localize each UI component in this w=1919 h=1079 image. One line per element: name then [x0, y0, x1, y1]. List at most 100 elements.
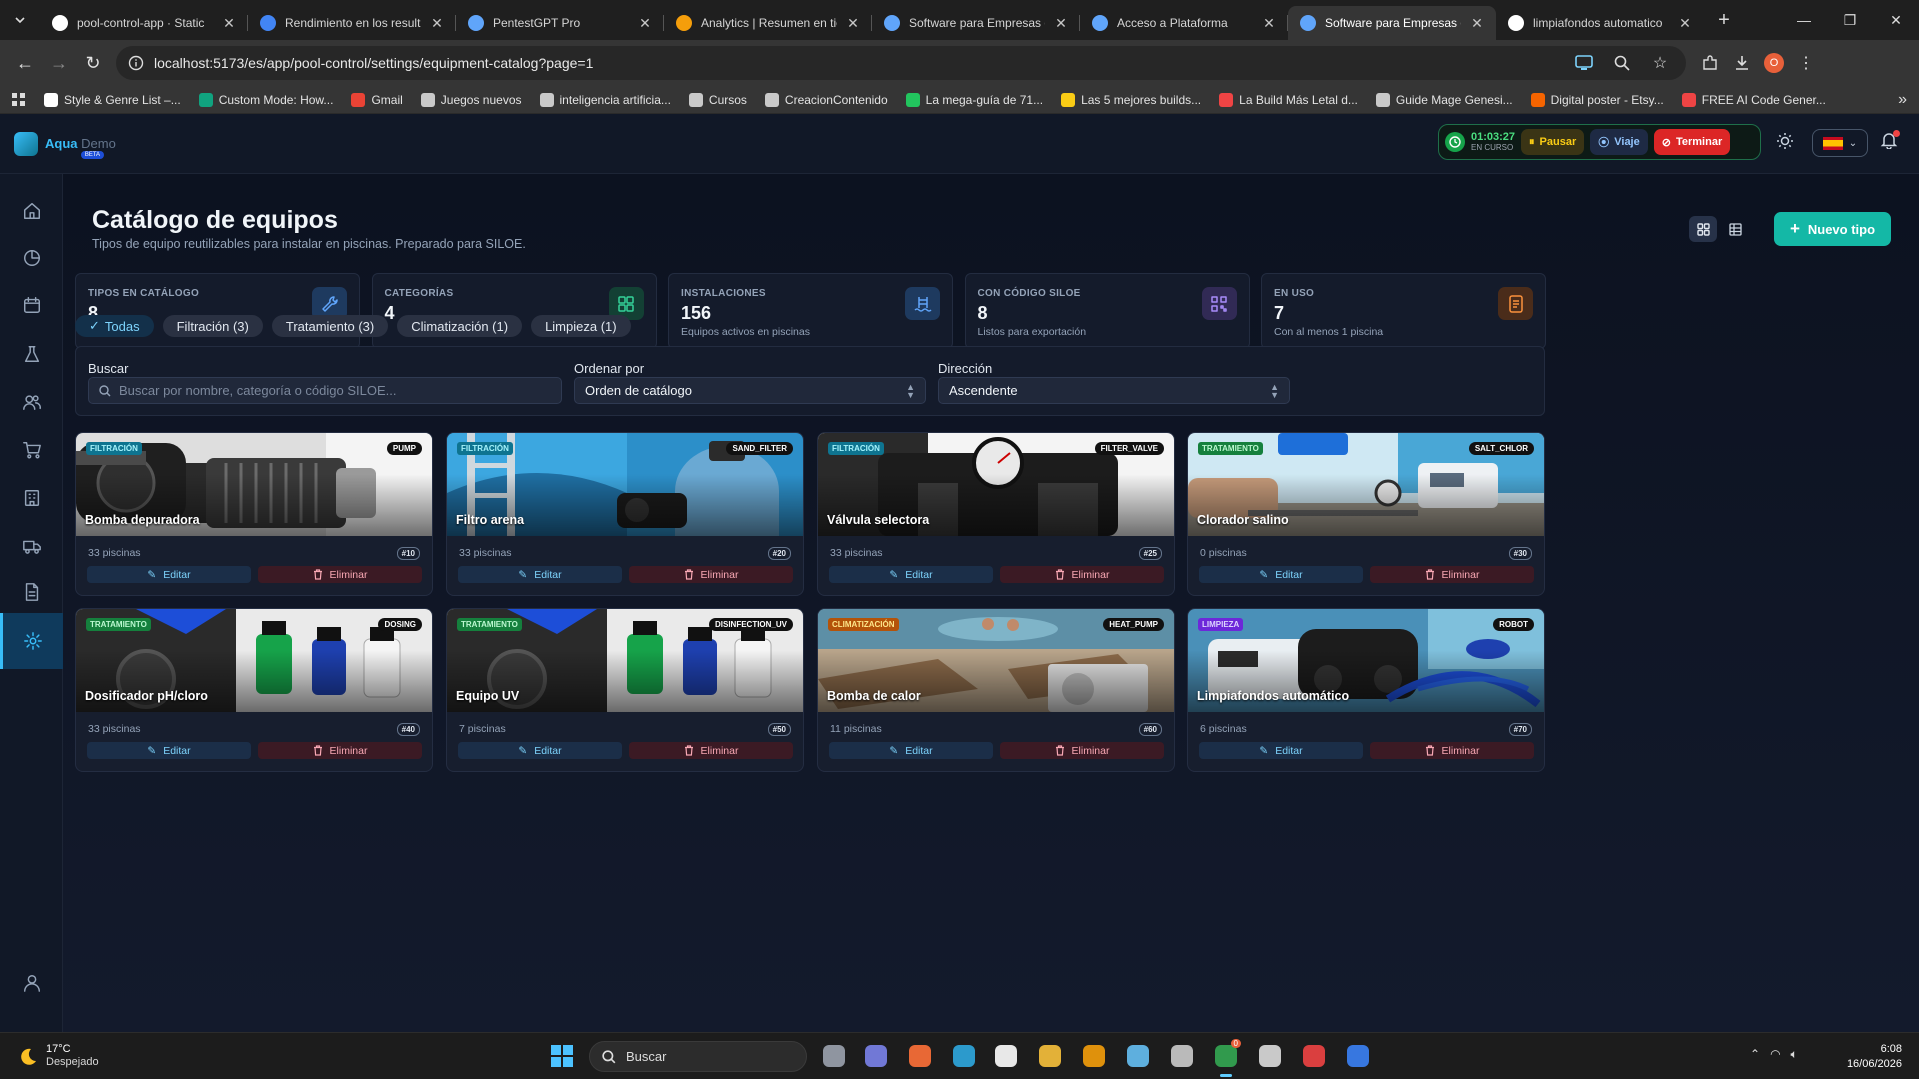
- chrome-icon[interactable]: 0: [1211, 1039, 1241, 1077]
- edit-button[interactable]: ✎ Editar: [1199, 566, 1363, 583]
- close-window-button[interactable]: ✕: [1873, 0, 1919, 40]
- new-tab-button[interactable]: +: [1708, 4, 1740, 36]
- equipment-card[interactable]: TRATAMIENTO DOSING Dosificador pH/cloro …: [75, 608, 433, 772]
- delete-button[interactable]: Eliminar: [1370, 566, 1534, 583]
- theme-toggle-sun-icon[interactable]: [1776, 132, 1794, 150]
- bookmark-item[interactable]: CreacionContenido: [764, 92, 888, 107]
- filter-chip[interactable]: Filtración (3): [162, 315, 263, 337]
- extensions-icon[interactable]: [1696, 49, 1724, 77]
- equipment-card[interactable]: FILTRACIÓN FILTER_VALVE Válvula selector…: [817, 432, 1175, 596]
- minimize-button[interactable]: —: [1781, 0, 1827, 40]
- bookmark-item[interactable]: Guide Mage Genesi...: [1375, 92, 1513, 107]
- delete-button[interactable]: Eliminar: [629, 742, 793, 759]
- tab-search-icon[interactable]: [0, 0, 40, 40]
- bookmark-item[interactable]: Custom Mode: How...: [198, 92, 333, 107]
- bookmark-item[interactable]: La mega-guía de 71...: [905, 92, 1043, 107]
- profile-avatar[interactable]: O: [1760, 49, 1788, 77]
- bookmark-item[interactable]: Juegos nuevos: [420, 92, 522, 107]
- equipment-card[interactable]: CLIMATIZACIÓN HEAT_PUMP Bomba de calor 1…: [817, 608, 1175, 772]
- sidebar-item-user[interactable]: [0, 960, 63, 1006]
- browser-tab[interactable]: limpiafondos automatico ✕: [1496, 6, 1704, 40]
- edit-button[interactable]: ✎ Editar: [458, 566, 622, 583]
- edit-button[interactable]: ✎ Editar: [458, 742, 622, 759]
- file-explorer-icon[interactable]: [1035, 1041, 1065, 1071]
- task-view-icon[interactable]: [819, 1041, 849, 1071]
- language-selector[interactable]: ⌄: [1812, 129, 1868, 157]
- weather-widget[interactable]: 17°C Despejado: [18, 1043, 99, 1069]
- browser-tab[interactable]: Analytics | Resumen en tie ✕: [664, 6, 872, 40]
- table-view-icon[interactable]: [1721, 216, 1749, 242]
- sort-select[interactable]: Orden de catálogo ▲ ▼: [574, 377, 926, 404]
- edit-button[interactable]: ✎ Editar: [829, 742, 993, 759]
- bookmark-item[interactable]: inteligencia artificia...: [539, 92, 671, 107]
- site-info-icon[interactable]: [128, 55, 144, 71]
- reload-button[interactable]: ↻: [76, 46, 110, 80]
- bookmark-item[interactable]: Gmail: [351, 92, 403, 107]
- filter-chip[interactable]: ✓ Todas: [75, 315, 154, 337]
- bookmark-item[interactable]: Cursos: [688, 92, 747, 107]
- trip-button[interactable]: ⦿ Viaje: [1590, 129, 1648, 155]
- firefox-icon[interactable]: [905, 1041, 935, 1071]
- tab-close-icon[interactable]: ✕: [638, 15, 652, 32]
- tiktok-icon[interactable]: [991, 1041, 1021, 1071]
- teams-icon[interactable]: [861, 1041, 891, 1071]
- browser-tab[interactable]: pool-control-app · Static ✕: [40, 6, 248, 40]
- delete-button[interactable]: Eliminar: [629, 566, 793, 583]
- delete-button[interactable]: Eliminar: [1000, 566, 1164, 583]
- edit-button[interactable]: ✎ Editar: [87, 742, 251, 759]
- sidebar-item-truck[interactable]: [0, 523, 63, 569]
- url-text[interactable]: localhost:5173/es/app/pool-control/setti…: [154, 55, 1560, 71]
- equipment-card[interactable]: FILTRACIÓN PUMP Bomba depuradora 33 pisc…: [75, 432, 433, 596]
- end-session-button[interactable]: ⊘ Terminar: [1653, 129, 1731, 155]
- search-field[interactable]: [88, 377, 562, 404]
- bookmark-item[interactable]: Style & Genre List –...: [44, 92, 181, 107]
- sidebar-item-calendar[interactable]: [0, 282, 63, 328]
- browser-tab[interactable]: Acceso a Plataforma ✕: [1080, 6, 1288, 40]
- sidebar-item-document[interactable]: [0, 569, 63, 615]
- office-icon[interactable]: [1299, 1041, 1329, 1071]
- system-clock[interactable]: 6:08 16/06/2026: [1836, 1042, 1902, 1072]
- sidebar-item-building[interactable]: [0, 475, 63, 521]
- media-player-icon[interactable]: [1079, 1041, 1109, 1071]
- sidebar-item-flask[interactable]: [0, 331, 63, 377]
- back-button[interactable]: ←: [8, 46, 42, 80]
- terminal-icon[interactable]: [1167, 1041, 1197, 1071]
- edit-button[interactable]: ✎ Editar: [87, 566, 251, 583]
- delete-button[interactable]: Eliminar: [258, 742, 422, 759]
- sidebar-item-home[interactable]: [0, 188, 63, 234]
- new-type-button[interactable]: + Nuevo tipo: [1774, 212, 1891, 246]
- tab-close-icon[interactable]: ✕: [846, 15, 860, 32]
- delete-button[interactable]: Eliminar: [1000, 742, 1164, 759]
- zoom-icon[interactable]: [1608, 49, 1636, 77]
- tab-close-icon[interactable]: ✕: [1054, 15, 1068, 32]
- sidebar-item-cart[interactable]: [0, 427, 63, 473]
- restore-button[interactable]: ❐: [1827, 0, 1873, 40]
- tab-close-icon[interactable]: ✕: [430, 15, 444, 32]
- app-logo[interactable]: Aqua Demo BETA: [14, 129, 116, 159]
- taskbar-search[interactable]: Buscar: [589, 1041, 807, 1072]
- grid-view-icon[interactable]: [1689, 216, 1717, 242]
- bookmark-star-icon[interactable]: ☆: [1646, 49, 1674, 77]
- edit-button[interactable]: ✎ Editar: [1199, 742, 1363, 759]
- downloads-icon[interactable]: [1728, 49, 1756, 77]
- delete-button[interactable]: Eliminar: [258, 566, 422, 583]
- search-input[interactable]: [119, 383, 539, 398]
- sidebar-item-users[interactable]: [0, 379, 63, 425]
- equipment-card[interactable]: LIMPIEZA ROBOT Limpiafondos automático 6…: [1187, 608, 1545, 772]
- edge-icon[interactable]: [949, 1041, 979, 1071]
- filter-chip[interactable]: Tratamiento (3): [271, 315, 389, 337]
- tab-close-icon[interactable]: ✕: [1470, 15, 1484, 32]
- bookmark-item[interactable]: FREE AI Code Gener...: [1681, 92, 1826, 107]
- wifi-icon[interactable]: ◠: [1770, 1047, 1780, 1062]
- volume-icon[interactable]: 🔈︎: [1791, 1047, 1798, 1062]
- pause-button[interactable]: ⏸ Pausar: [1521, 129, 1585, 155]
- sidebar-item-gear[interactable]: [0, 613, 63, 669]
- unity-icon[interactable]: [1255, 1041, 1285, 1071]
- browser-menu-icon[interactable]: ⋮: [1792, 49, 1820, 77]
- filter-chip[interactable]: Climatización (1): [397, 315, 523, 337]
- address-bar[interactable]: localhost:5173/es/app/pool-control/setti…: [116, 46, 1686, 80]
- bookmark-item[interactable]: La Build Más Letal d...: [1219, 92, 1358, 107]
- bookmark-item[interactable]: Las 5 mejores builds...: [1061, 92, 1201, 107]
- browser-tab[interactable]: Software para Empresas d ✕: [1288, 6, 1496, 40]
- cast-icon[interactable]: [1570, 49, 1598, 77]
